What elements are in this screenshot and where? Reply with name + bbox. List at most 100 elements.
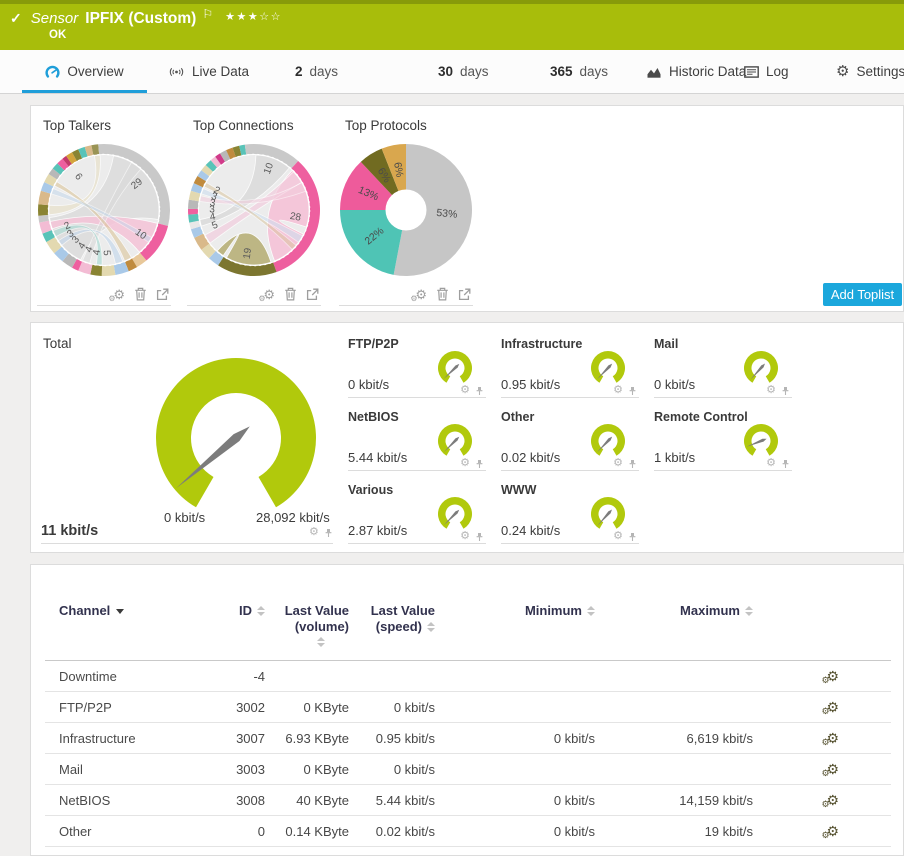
- pin-icon[interactable]: [781, 386, 790, 396]
- stars-empty: ☆☆: [259, 11, 282, 23]
- table-row: Infrastructure 3007 6.93 KByte 0.95 kbit/s 0…: [45, 722, 891, 754]
- channel-gauge-card: WWW 0.24 kbit/s ⚙: [501, 481, 639, 544]
- gear-icon[interactable]: ⚙: [613, 458, 623, 469]
- tab-log[interactable]: Log: [744, 50, 789, 93]
- column-header-channel[interactable]: Channel: [45, 601, 205, 661]
- cell-last-speed: 0 kbit/s: [349, 753, 435, 785]
- chord-chart[interactable]: 10 28 19 2 3 3 3 4 5: [186, 142, 322, 283]
- gauge-channel-title: NetBIOS: [348, 410, 399, 424]
- chart-icon: [646, 66, 662, 78]
- gear-icon[interactable]: ⚙: [766, 458, 776, 469]
- gauge-channel-title: WWW: [501, 483, 537, 497]
- tab-label: Live Data: [192, 64, 250, 79]
- toplist-title: Top Connections: [193, 118, 294, 133]
- gear-icon[interactable]: ⚙: [460, 385, 470, 396]
- channel-gauge-card: NetBIOS 5.44 kbit/s ⚙: [348, 408, 486, 471]
- tab-historic-data[interactable]: Historic Data: [646, 50, 746, 93]
- tab-label: days: [309, 64, 339, 79]
- cell-maximum: 14,159 kbit/s: [595, 784, 753, 816]
- cell-maximum: 19 kbit/s: [595, 815, 753, 847]
- tab-number: 2: [295, 64, 303, 79]
- tab-2-days[interactable]: 2 days: [295, 50, 338, 93]
- sort-icon: [257, 605, 265, 616]
- channel-table: Channel ID Last Value (volume) Last Value (sp…: [45, 601, 891, 847]
- cell-actions: ⚙ ⚙: [753, 753, 891, 785]
- donut-chart[interactable]: 53% 22% 13% 6% 6%: [338, 142, 474, 283]
- channel-table-panel: Channel ID Last Value (volume) Last Value (sp…: [30, 564, 904, 856]
- cell-channel: Other: [45, 815, 205, 847]
- column-header-last_speed[interactable]: Last Value (speed): [349, 601, 435, 661]
- gauge-channel-value: 0.02 kbit/s: [501, 450, 561, 465]
- tab-settings[interactable]: ⚙ Settings: [836, 50, 904, 93]
- gear-icon[interactable]: ⚙: [309, 527, 319, 538]
- open-toplist-icon[interactable]: [156, 288, 169, 301]
- toplist-settings-icon[interactable]: ⚙ ⚙: [258, 288, 275, 303]
- delete-icon[interactable]: [436, 287, 449, 301]
- tab-365-days[interactable]: 365 days: [550, 50, 608, 93]
- toplist-card: Top Talkers 29 10 6 2 3 3 4 4 4 5 ⚙ ⚙: [37, 114, 171, 306]
- channel-settings-icon[interactable]: ⚙ ⚙: [821, 762, 839, 778]
- cell-last-speed: 0.95 kbit/s: [349, 722, 435, 754]
- pin-icon[interactable]: [628, 532, 637, 542]
- sensor-kind-label: Sensor: [30, 10, 79, 27]
- pin-icon[interactable]: [475, 386, 484, 396]
- pin-icon[interactable]: [475, 532, 484, 542]
- gear-icon[interactable]: ⚙: [613, 385, 623, 396]
- tab-live-data[interactable]: Live Data: [168, 50, 249, 93]
- cell-actions: ⚙ ⚙: [753, 815, 891, 847]
- cell-maximum: [595, 660, 753, 692]
- priority-stars[interactable]: ★★★☆☆: [225, 10, 282, 23]
- gear-icon[interactable]: ⚙: [460, 531, 470, 542]
- column-header-last_volume[interactable]: Last Value (volume): [265, 601, 349, 661]
- pin-icon[interactable]: [475, 459, 484, 469]
- column-header-minimum[interactable]: Minimum: [435, 601, 595, 661]
- toplist-title: Top Talkers: [43, 118, 112, 133]
- channel-settings-icon[interactable]: ⚙ ⚙: [821, 700, 839, 716]
- cell-id: 3008: [205, 784, 265, 816]
- svg-text:5: 5: [101, 250, 112, 257]
- channel-settings-icon[interactable]: ⚙ ⚙: [821, 824, 839, 840]
- sensor-name: IPFIX (Custom): [85, 10, 197, 27]
- gear-icon[interactable]: ⚙: [613, 531, 623, 542]
- cell-channel: Infrastructure: [45, 722, 205, 754]
- divider: [41, 543, 333, 544]
- channel-settings-icon[interactable]: ⚙ ⚙: [821, 669, 839, 685]
- cell-minimum: [435, 660, 595, 692]
- tab-label: Overview: [67, 64, 124, 79]
- tab-overview[interactable]: Overview: [22, 50, 147, 93]
- gauge-channel-value: 0 kbit/s: [348, 377, 390, 392]
- status-text: OK: [49, 29, 67, 41]
- table-row: FTP/P2P 3002 0 KByte 0 kbit/s ⚙ ⚙: [45, 691, 891, 723]
- pin-icon[interactable]: [628, 386, 637, 396]
- open-toplist-icon[interactable]: [458, 288, 471, 301]
- pin-icon[interactable]: [628, 459, 637, 469]
- cell-minimum: 0 kbit/s: [435, 722, 595, 754]
- toplist-settings-icon[interactable]: ⚙ ⚙: [410, 288, 427, 303]
- channel-settings-icon[interactable]: ⚙ ⚙: [821, 731, 839, 747]
- gauge-channel-title: Infrastructure: [501, 337, 583, 351]
- chord-chart[interactable]: 29 10 6 2 3 3 4 4 4 5: [36, 142, 172, 283]
- pin-icon[interactable]: [324, 528, 333, 538]
- sort-icon: [427, 621, 435, 632]
- tab-label: days: [579, 64, 609, 79]
- sort-icon: [745, 605, 753, 616]
- table-row: Downtime -4 ⚙ ⚙: [45, 660, 891, 692]
- channel-gauge-card: Other 0.02 kbit/s ⚙: [501, 408, 639, 471]
- flag-icon[interactable]: ⚐: [202, 7, 213, 21]
- delete-icon[interactable]: [134, 287, 147, 301]
- column-header-maximum[interactable]: Maximum: [595, 601, 753, 661]
- add-toplist-button[interactable]: Add Toplist: [823, 283, 902, 306]
- channel-settings-icon[interactable]: ⚙ ⚙: [821, 793, 839, 809]
- gear-icon[interactable]: ⚙: [460, 458, 470, 469]
- cell-minimum: [435, 753, 595, 785]
- toplist-settings-icon[interactable]: ⚙ ⚙: [108, 288, 125, 303]
- tab-30-days[interactable]: 30 days: [438, 50, 489, 93]
- cell-last-speed: 5.44 kbit/s: [349, 784, 435, 816]
- open-toplist-icon[interactable]: [306, 288, 319, 301]
- gauge-channel-value: 1 kbit/s: [654, 450, 696, 465]
- column-header-id[interactable]: ID: [205, 601, 265, 661]
- gear-icon[interactable]: ⚙: [766, 385, 776, 396]
- tab-label: Settings: [856, 64, 904, 79]
- delete-icon[interactable]: [284, 287, 297, 301]
- pin-icon[interactable]: [781, 459, 790, 469]
